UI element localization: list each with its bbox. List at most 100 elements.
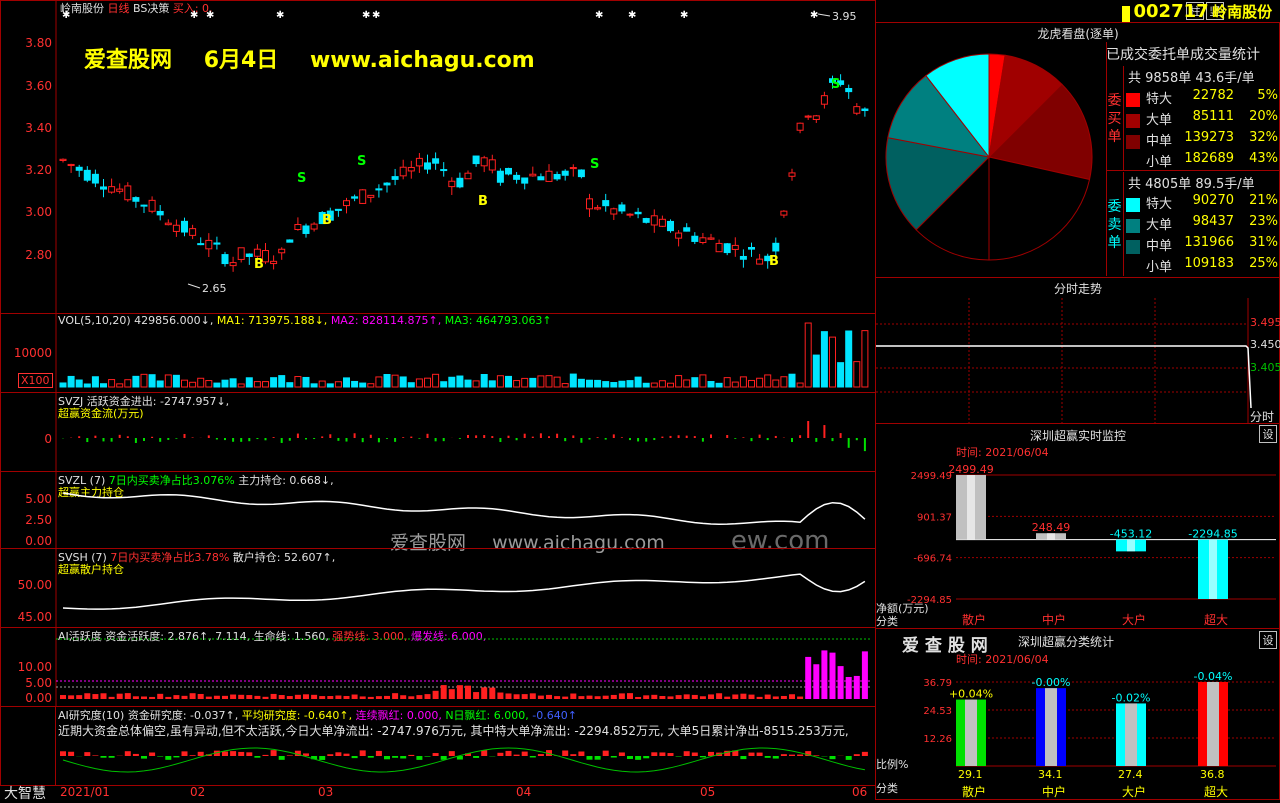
candle-body — [279, 249, 285, 253]
volume-bar — [757, 378, 763, 387]
flow-bar — [443, 438, 445, 441]
research-bar — [506, 751, 512, 756]
activity-bar — [206, 697, 212, 699]
sell-row: 特大9027021% — [1126, 193, 1278, 212]
flow-bar — [629, 438, 631, 440]
research-bar — [360, 750, 366, 756]
sell-label: 委卖单 — [1106, 172, 1124, 276]
activity-bar — [465, 686, 471, 699]
activity-bar — [813, 664, 819, 699]
category-settings-button[interactable]: 设 — [1259, 631, 1277, 649]
row-count: 182689 — [1184, 151, 1234, 166]
activity-bar — [271, 694, 277, 699]
row-count: 22782 — [1193, 88, 1234, 103]
activity-bar — [416, 695, 422, 699]
volume-bar — [360, 383, 366, 387]
flow-bar — [297, 434, 299, 438]
candle-body — [481, 158, 487, 166]
activity-bar — [254, 696, 260, 699]
category-name-label: 散户 — [962, 784, 986, 799]
activity-bar — [157, 694, 163, 699]
activity-bar — [497, 693, 503, 699]
candle-body — [392, 177, 398, 180]
activity-bar — [400, 695, 406, 699]
activity-bar — [473, 692, 479, 699]
flow-bar — [856, 438, 858, 440]
candle-body — [854, 107, 860, 114]
research-bar — [757, 753, 763, 756]
activity-bar — [805, 657, 811, 699]
candle-body — [797, 123, 803, 130]
activity-bar — [668, 696, 674, 699]
volume-bar — [238, 384, 244, 387]
legend-swatch-icon — [1126, 135, 1140, 149]
candle-body — [708, 238, 714, 239]
volume-bar — [384, 375, 390, 387]
flow-bar — [248, 438, 250, 441]
candle-body — [789, 173, 795, 176]
candle-body — [344, 201, 350, 206]
flow-bar — [734, 438, 736, 439]
activity-bar — [554, 696, 560, 699]
activity-bar — [279, 695, 285, 699]
flow-bar — [265, 438, 267, 440]
activity-bar — [222, 696, 228, 699]
activity-bar — [635, 697, 641, 699]
activity-bar — [700, 696, 706, 699]
volume-bar — [489, 381, 495, 387]
activity-bar — [846, 677, 852, 699]
candle-body — [570, 168, 576, 169]
volume-bar — [635, 377, 641, 387]
row-percent: 21% — [1249, 193, 1278, 208]
flow-bar — [475, 435, 477, 438]
volume-bar — [149, 375, 155, 387]
candle-body — [206, 240, 212, 248]
candle-body — [271, 261, 277, 263]
flow-bar — [524, 434, 526, 438]
monitor-settings-button[interactable]: 设 — [1259, 425, 1277, 443]
buy-row: 特大227825% — [1126, 88, 1278, 107]
research-bar — [765, 756, 771, 758]
candle-body — [230, 263, 236, 266]
flow-bar — [491, 436, 493, 438]
research-bar — [384, 756, 390, 759]
research-bar — [749, 753, 755, 756]
volume-bar — [627, 381, 633, 387]
legend-swatch-icon — [1126, 261, 1140, 275]
candle-body — [60, 159, 66, 160]
activity-bar — [287, 696, 293, 699]
activity-bar — [311, 695, 317, 699]
volume-bar — [141, 374, 147, 387]
flow-bar — [370, 435, 372, 438]
candle-body — [716, 243, 722, 251]
research-bar — [854, 754, 860, 756]
flow-bar — [135, 438, 137, 443]
flow-bar — [613, 434, 615, 438]
research-bar — [846, 756, 852, 760]
volume-bar — [117, 384, 123, 387]
research-bar — [408, 755, 414, 756]
monitor-bar-highlight — [1127, 540, 1135, 552]
candle-body — [643, 219, 649, 223]
sell-total: 共 4805单 89.5手/单 — [1128, 173, 1255, 192]
flow-bar — [208, 435, 210, 438]
research-bar — [271, 750, 277, 756]
volume-bar — [506, 376, 512, 387]
flow-bar — [410, 437, 412, 438]
volume-bar — [263, 382, 269, 387]
volume-bar — [433, 374, 439, 387]
research-bar — [830, 756, 836, 759]
volume-bar — [773, 380, 779, 387]
research-bar — [425, 756, 431, 757]
activity-bar — [481, 687, 487, 699]
activity-bar — [76, 695, 82, 699]
activity-bar — [757, 697, 763, 699]
kline-chart[interactable]: BBBBSSSS✱✱✱✱✱✱✱✱✱✱ 3.95 2.65 — [0, 0, 876, 314]
date-tick-1: 2021/01 — [60, 785, 110, 799]
research-bar — [392, 756, 398, 758]
research-bar — [659, 752, 665, 756]
buy-signal: B — [478, 194, 488, 209]
activity-bar — [101, 693, 107, 699]
buy-signal: B — [769, 254, 779, 269]
flow-bar — [167, 438, 169, 440]
